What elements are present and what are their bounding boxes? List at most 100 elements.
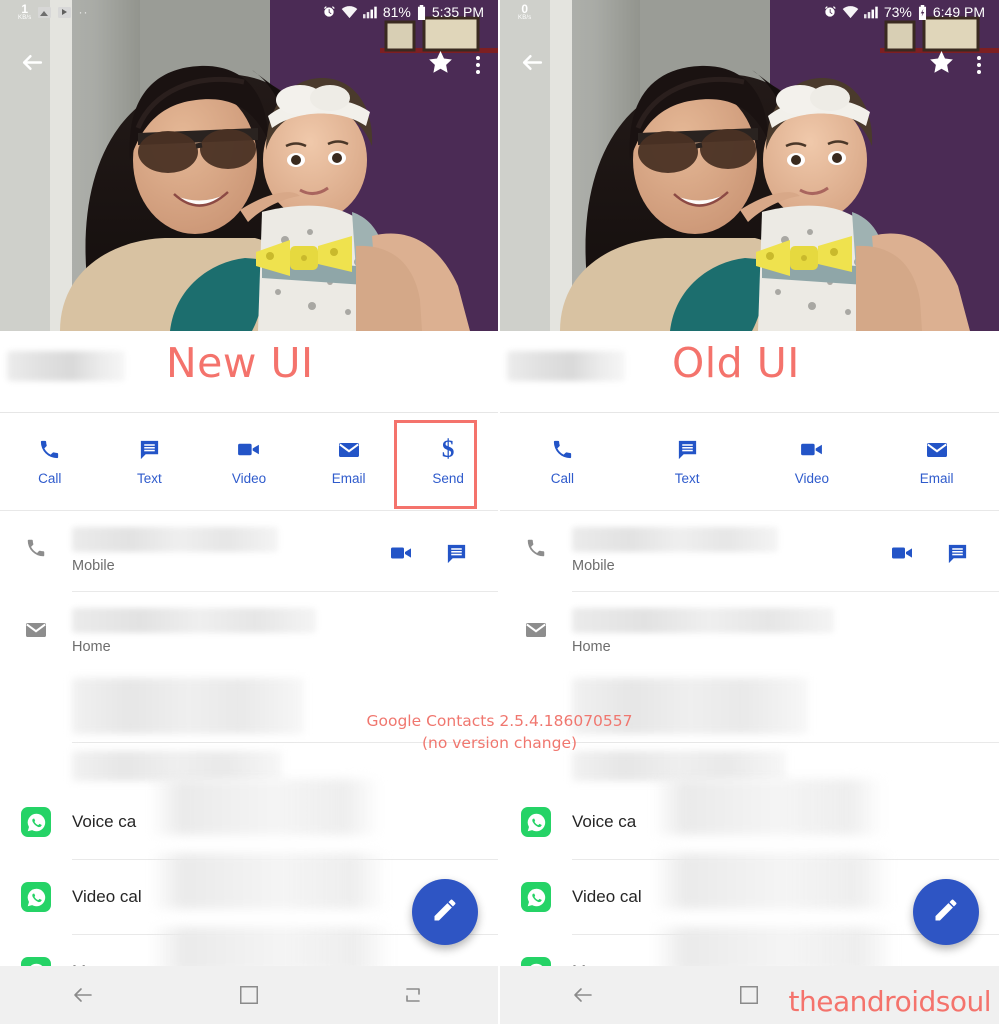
whatsapp-icon — [500, 807, 572, 837]
action-label: Send — [432, 470, 464, 486]
videocam-icon — [236, 438, 261, 462]
videocam-icon[interactable] — [890, 541, 914, 570]
action-label: Text — [137, 470, 162, 486]
action-video[interactable]: Video — [750, 438, 875, 486]
detail-row-email[interactable]: Home — [500, 592, 999, 672]
detail-row-actions — [890, 527, 985, 570]
network-speed-value: 1 — [21, 2, 29, 16]
action-label: Call — [38, 470, 62, 486]
whatsapp-icon — [0, 807, 72, 837]
detail-row-label: Home — [72, 639, 111, 655]
detail-row-phone[interactable]: Mobile — [0, 511, 498, 591]
clock: 5:35 PM — [431, 4, 484, 20]
network-speed-value: 0 — [521, 2, 529, 16]
action-call[interactable]: Call — [500, 438, 625, 486]
action-label: Text — [674, 470, 700, 486]
action-label: Call — [550, 470, 574, 486]
email-icon — [337, 438, 361, 462]
edit-fab[interactable] — [412, 879, 478, 945]
whatsapp-row-label: Video cal — [572, 887, 642, 906]
more-vert-icon[interactable] — [476, 56, 480, 74]
network-speed-indicator: 1 KB/s — [18, 3, 31, 21]
phone-icon — [551, 438, 574, 462]
star-icon[interactable] — [427, 49, 454, 81]
blurred-detail-content — [72, 751, 282, 781]
phone-panel-old-ui: 0 KB/s 73% 6:49 PM Old UI Call Text Vide… — [500, 0, 999, 1024]
action-text[interactable]: Text — [625, 438, 750, 486]
contact-app-bar — [500, 42, 999, 88]
detail-row-label: Mobile — [572, 558, 615, 574]
action-send[interactable]: $ Send — [398, 436, 498, 486]
message-icon — [676, 438, 699, 462]
edit-fab[interactable] — [913, 879, 979, 945]
detail-row-actions — [389, 527, 484, 570]
whatsapp-row-label: Video cal — [72, 887, 142, 906]
whatsapp-row-label: Voice ca — [572, 812, 637, 831]
email-icon — [925, 438, 949, 462]
alarm-icon — [323, 6, 335, 17]
dollar-icon: $ — [441, 436, 455, 463]
contact-name-blurred — [507, 351, 625, 381]
detail-row-body: Mobile — [572, 527, 890, 579]
annotation-old-ui: Old UI — [672, 339, 800, 387]
videocam-icon[interactable] — [389, 541, 413, 570]
detail-row-label: Mobile — [72, 558, 115, 574]
action-call[interactable]: Call — [0, 438, 100, 486]
contact-name-blurred — [7, 351, 125, 381]
status-bar: 1 KB/s ·· 81% 5:35 PM — [0, 0, 498, 24]
whatsapp-icon — [0, 882, 72, 912]
status-bar-right: 81% 5:35 PM — [322, 4, 498, 20]
message-icon[interactable] — [946, 542, 969, 570]
status-bar: 0 KB/s 73% 6:49 PM — [500, 0, 999, 24]
youtube-notification-icon — [58, 6, 72, 18]
contact-app-bar — [0, 42, 498, 88]
nav-recents-icon[interactable] — [332, 983, 498, 1007]
battery-charging-icon — [918, 4, 926, 20]
more-vert-icon[interactable] — [977, 56, 981, 74]
action-label: Email — [331, 470, 366, 486]
nav-home-icon[interactable] — [166, 984, 332, 1006]
network-speed-unit: KB/s — [18, 15, 32, 21]
detail-row-body: Home — [72, 608, 484, 660]
site-watermark: theandroidsoul — [788, 985, 992, 1018]
whatsapp-icon — [500, 882, 572, 912]
action-label: Email — [919, 470, 954, 486]
phone-icon — [500, 527, 572, 559]
clock: 6:49 PM — [932, 4, 985, 20]
videocam-icon — [799, 438, 824, 462]
nav-back-icon[interactable] — [500, 983, 666, 1007]
message-icon[interactable] — [445, 542, 468, 570]
back-arrow-icon[interactable] — [20, 50, 45, 80]
status-bar-left: 0 KB/s — [500, 3, 531, 21]
whatsapp-row-label: Voice ca — [72, 812, 137, 831]
contact-photo-header: 1 KB/s ·· 81% 5:35 PM — [0, 0, 498, 331]
detail-row-body: Home — [572, 608, 985, 660]
status-bar-left: 1 KB/s ·· — [0, 3, 88, 21]
phone-icon — [38, 438, 61, 462]
detail-row-email[interactable]: Home — [0, 592, 498, 672]
annotation-new-ui: New UI — [166, 339, 314, 387]
signal-icon — [362, 6, 377, 18]
phone-icon — [0, 527, 72, 559]
message-icon — [138, 438, 161, 462]
action-email[interactable]: Email — [299, 438, 399, 486]
action-text[interactable]: Text — [100, 438, 200, 486]
back-arrow-icon[interactable] — [520, 50, 545, 80]
network-speed-indicator: 0 KB/s — [518, 3, 531, 21]
email-icon — [500, 608, 572, 642]
battery-percentage: 73% — [883, 4, 912, 20]
action-email[interactable]: Email — [874, 438, 999, 486]
signal-icon — [863, 6, 878, 18]
battery-icon — [417, 4, 425, 20]
contact-name-strip: New UI — [0, 331, 498, 413]
nav-back-icon[interactable] — [0, 983, 166, 1007]
whatsapp-row-voice-call[interactable]: Voice ca — [500, 785, 999, 859]
detail-row-phone[interactable]: Mobile — [500, 511, 999, 591]
wifi-icon — [341, 5, 358, 18]
detail-row-label: Home — [572, 639, 611, 655]
action-video[interactable]: Video — [199, 438, 299, 486]
email-icon — [0, 608, 72, 642]
detail-row-body: Mobile — [72, 527, 389, 579]
whatsapp-row-voice-call[interactable]: Voice ca — [0, 785, 498, 859]
star-icon[interactable] — [928, 49, 955, 81]
